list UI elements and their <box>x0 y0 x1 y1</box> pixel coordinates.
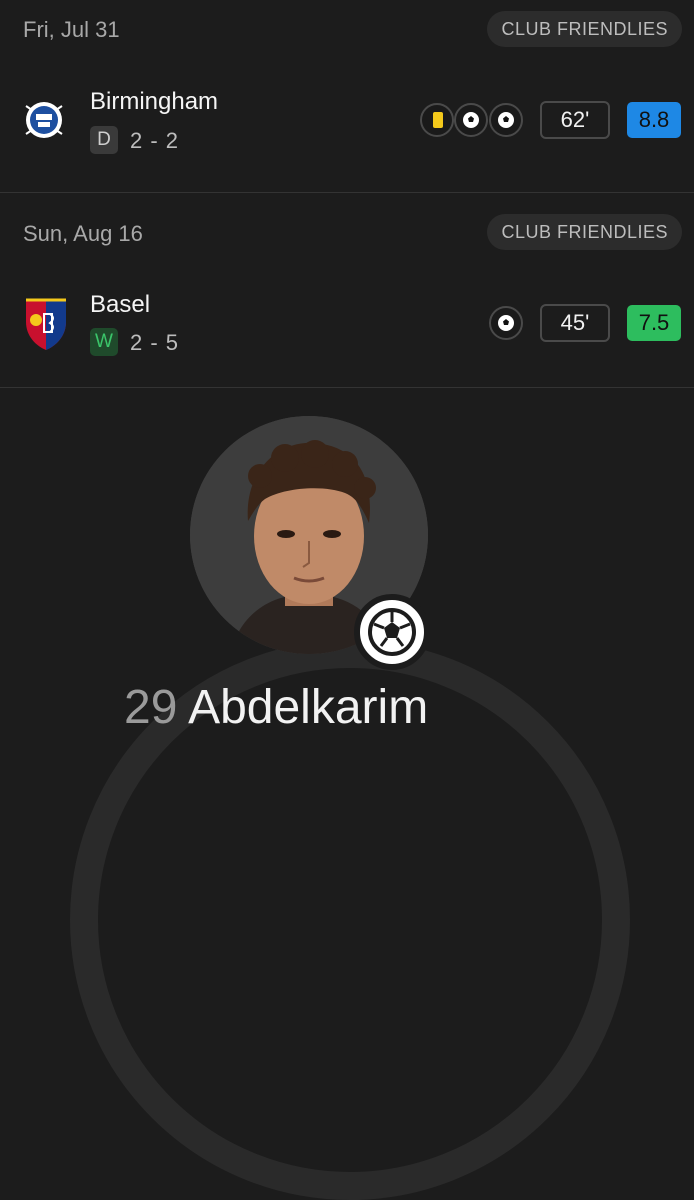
soccer-ball-icon <box>354 594 430 670</box>
minutes-played: 62' <box>540 101 610 139</box>
result-badge: D <box>90 126 118 154</box>
match-date: Sun, Aug 16 <box>23 221 143 246</box>
birmingham-crest-icon <box>25 102 63 138</box>
soccer-ball-icon <box>489 103 523 137</box>
yellow-card-icon <box>420 103 454 137</box>
basel-crest-icon <box>26 298 66 350</box>
rating-badge: 7.5 <box>627 305 681 341</box>
rating-badge: 8.8 <box>627 102 681 138</box>
result-badge: W <box>90 328 118 356</box>
soccer-ball-icon <box>489 306 523 340</box>
player-name-line: 29 Abdelkarim <box>124 680 428 735</box>
soccer-ball-icon <box>454 103 488 137</box>
competition-chip[interactable]: CLUB FRIENDLIES <box>487 11 682 47</box>
divider <box>0 192 694 193</box>
match-card-basel[interactable]: Sun, Aug 16 CLUB FRIENDLIES Basel W 2 - … <box>0 200 694 390</box>
player-name: Abdelkarim <box>188 681 429 734</box>
match-card-birmingham[interactable]: Fri, Jul 31 CLUB FRIENDLIES Birmingham D… <box>0 0 694 190</box>
match-score: 2 - 5 <box>130 330 180 355</box>
competition-chip[interactable]: CLUB FRIENDLIES <box>487 214 682 250</box>
minutes-played: 45' <box>540 304 610 342</box>
opponent-name: Birmingham <box>90 88 219 115</box>
match-date: Fri, Jul 31 <box>23 17 120 42</box>
player-profile: 29 Abdelkarim <box>0 388 694 1200</box>
player-number: 29 <box>124 681 178 734</box>
match-score: 2 - 2 <box>130 128 180 153</box>
opponent-name: Basel <box>90 291 151 318</box>
